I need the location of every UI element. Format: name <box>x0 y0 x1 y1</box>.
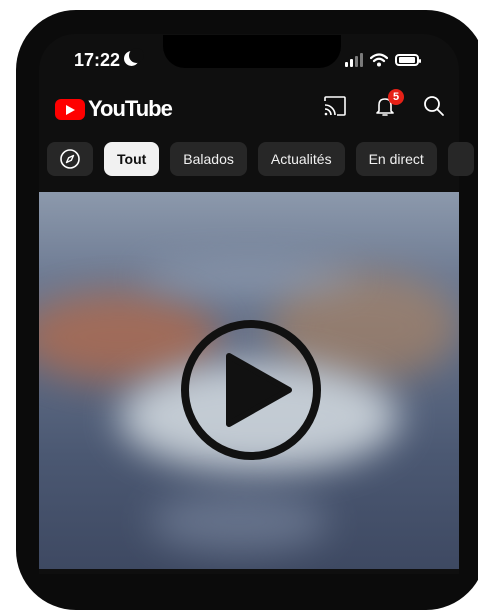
play-icon <box>226 353 292 427</box>
chip-en-direct[interactable]: En direct <box>355 142 437 176</box>
cast-icon[interactable] <box>323 95 347 117</box>
chip-more[interactable] <box>447 142 474 176</box>
status-time: 17:22 <box>74 50 121 70</box>
chip-bar: Tout Balados Actualités En direct <box>47 142 474 176</box>
wifi-icon <box>370 53 388 67</box>
play-button[interactable] <box>179 318 323 462</box>
battery-icon <box>395 54 421 66</box>
search-icon[interactable] <box>423 95 445 117</box>
signal-icon <box>345 53 363 67</box>
youtube-logo[interactable]: YouTube <box>55 96 173 122</box>
youtube-play-icon <box>55 98 85 120</box>
chip-balados[interactable]: Balados <box>170 142 247 176</box>
status-icons <box>345 53 421 67</box>
chip-actualites[interactable]: Actualités <box>257 142 345 176</box>
notch <box>163 35 341 68</box>
notifications-button[interactable]: 5 <box>373 89 404 118</box>
compass-icon <box>60 149 80 169</box>
chip-tout[interactable]: Tout <box>104 142 160 176</box>
moon-icon <box>124 48 144 66</box>
top-bar: YouTube 5 <box>55 89 445 128</box>
header-actions: 5 <box>323 89 445 118</box>
logo-text: YouTube <box>88 96 173 121</box>
explore-chip[interactable] <box>47 142 93 176</box>
notification-badge: 5 <box>388 89 404 105</box>
